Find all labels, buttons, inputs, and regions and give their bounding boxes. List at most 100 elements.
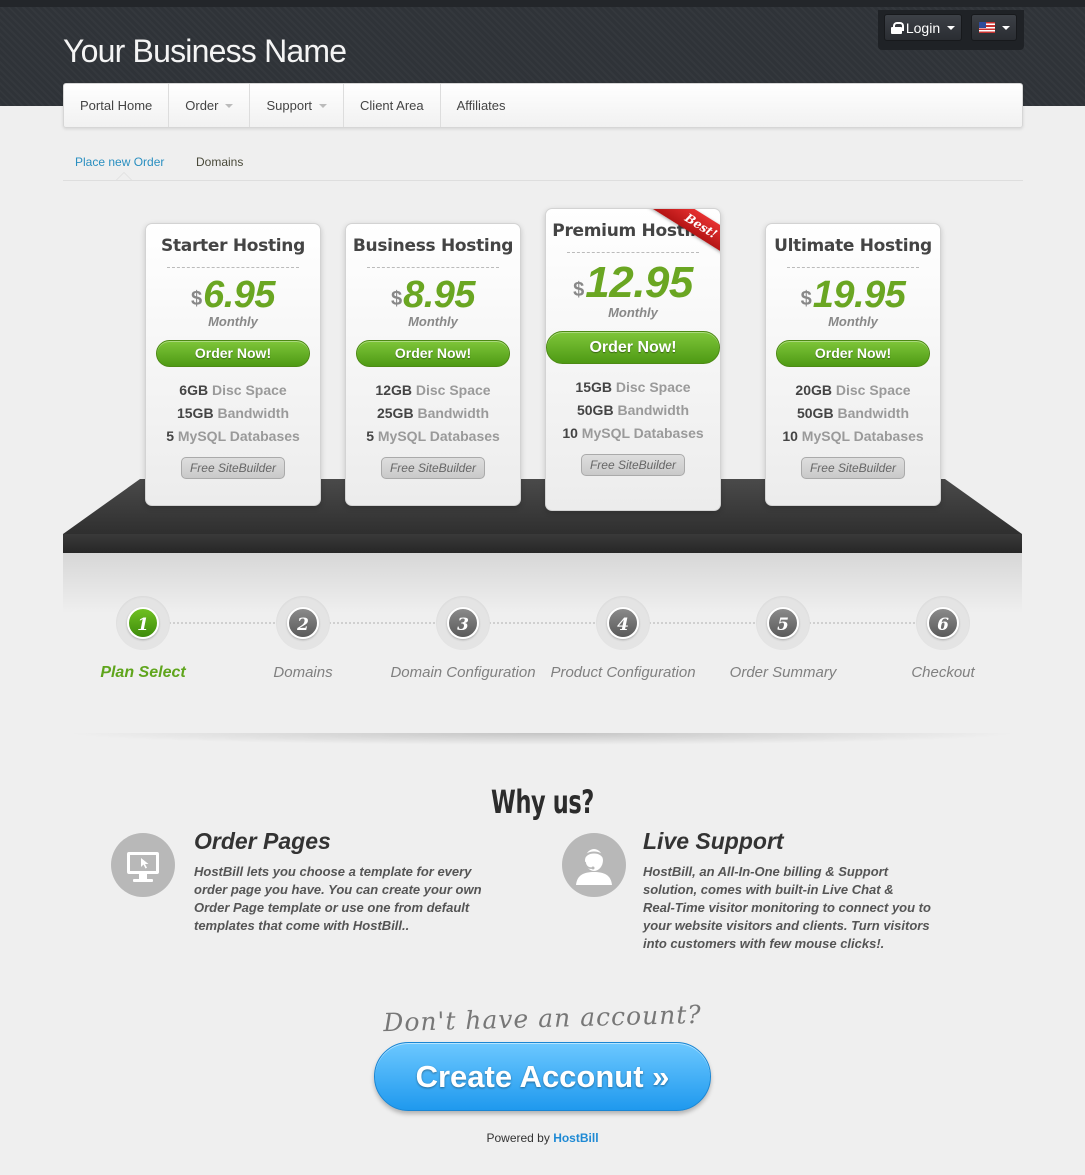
text-line: HostBill, an All-In-One billing & Suppor… <box>643 864 889 879</box>
login-label: Login <box>905 19 941 36</box>
step-label-domains: Domains <box>273 664 333 681</box>
plan-price: 8.95 <box>403 274 476 316</box>
billing-cycle: Monthly <box>408 314 458 329</box>
currency-symbol: $ <box>390 288 403 310</box>
chevron-down-icon <box>319 103 328 108</box>
step-number: 6 <box>927 607 959 639</box>
nav-label: Support <box>266 98 313 113</box>
step-number: 5 <box>767 607 799 639</box>
nav-affiliates[interactable]: Affiliates <box>441 84 522 127</box>
plan-price: 6.95 <box>203 274 276 316</box>
billing-cycle: Monthly <box>608 305 658 320</box>
hostbill-link[interactable]: HostBill <box>553 1131 598 1145</box>
feature-disc-space: 20GB Disc Space <box>795 382 911 398</box>
shelf-front <box>63 534 1022 553</box>
create-account-button[interactable]: Create Acconut » <box>374 1042 711 1111</box>
chevron-down-icon <box>1001 25 1010 30</box>
subnav-domains[interactable]: Domains <box>196 155 243 169</box>
order-now-button[interactable]: Order Now! <box>156 340 310 367</box>
feature-bandwidth: 15GB Bandwidth <box>176 405 289 421</box>
feature-databases: 5 MySQL Databases <box>366 428 500 444</box>
step-label-checkout: Checkout <box>911 664 975 681</box>
feature-bandwidth: 25GB Bandwidth <box>376 405 489 421</box>
plan-card-ultimate: Ultimate Hosting $ 19.95 Monthly Order N… <box>765 223 941 506</box>
price-row: $ 8.95 <box>346 276 520 314</box>
step-number: 1 <box>127 607 159 639</box>
nav-label: Client Area <box>360 98 424 113</box>
feature-title-live-support: Live Support <box>643 828 784 854</box>
order-now-button[interactable]: Order Now! <box>356 340 510 367</box>
currency-symbol: $ <box>190 288 203 310</box>
free-sitebuilder-badge: Free SiteBuilder <box>180 457 286 479</box>
nav-support[interactable]: Support <box>250 84 345 127</box>
top-tools: Login <box>878 10 1024 50</box>
feature-databases: 5 MySQL Databases <box>166 428 300 444</box>
login-dropdown[interactable]: Login <box>884 14 962 41</box>
step-number: 3 <box>447 607 479 639</box>
feature-disc-space: 15GB Disc Space <box>575 379 691 395</box>
subnav-place-new-order[interactable]: Place new Order <box>75 155 164 169</box>
billing-cycle: Monthly <box>208 314 258 329</box>
best-ribbon: Best! <box>630 209 720 271</box>
text-line: your website visitors and clients. Turn … <box>643 918 930 933</box>
plan-card-business: Business Hosting $ 8.95 Monthly Order No… <box>345 223 521 506</box>
section-shadow <box>63 733 1022 745</box>
text-line: templates that come with HostBill.. <box>194 918 410 933</box>
plan-features: 6GB Disc Space 15GB Bandwidth 5 MySQL Da… <box>146 379 320 448</box>
step-label-order-summary: Order Summary <box>729 664 837 681</box>
feature-databases: 10 MySQL Databases <box>782 428 924 444</box>
plan-card-premium: Best! Premium Hosting $ 12.95 Monthly Or… <box>545 208 721 511</box>
nav-client-area[interactable]: Client Area <box>344 84 441 127</box>
step-label-plan-select: Plan Select <box>100 664 186 681</box>
ribbon-label: Best! <box>648 209 720 265</box>
chevron-down-icon <box>947 25 956 30</box>
plan-name: Ultimate Hosting <box>774 236 932 256</box>
step-2: 2 <box>276 596 330 650</box>
plan-features: 15GB Disc Space 50GB Bandwidth 10 MySQL … <box>546 376 720 445</box>
step-1: 1 <box>116 596 170 650</box>
plan-name: Business Hosting <box>352 236 514 256</box>
free-sitebuilder-badge: Free SiteBuilder <box>580 454 686 476</box>
lock-icon <box>890 21 904 34</box>
powered-by-label: Powered by <box>486 1131 550 1145</box>
step-4: 4 <box>596 596 650 650</box>
text-line: Order Page template or use one from defa… <box>194 900 470 915</box>
order-now-button[interactable]: Order Now! <box>776 340 930 367</box>
divider <box>787 267 919 268</box>
language-dropdown[interactable] <box>971 14 1017 41</box>
brand-title[interactable]: Your Business Name <box>63 33 347 70</box>
step-label-product-configuration: Product Configuration <box>550 664 696 681</box>
us-flag-icon <box>978 22 995 33</box>
nav-label: Order <box>185 98 219 113</box>
feature-text-order-pages: HostBill lets you choose a template for … <box>194 863 534 935</box>
price-row: $ 6.95 <box>146 276 320 314</box>
nav-label: Portal Home <box>80 98 153 113</box>
plan-card-starter: Starter Hosting $ 6.95 Monthly Order Now… <box>145 223 321 506</box>
main-nav: Portal Home Order Support Client Area Af… <box>63 83 1023 128</box>
why-us-heading: Why us? <box>491 783 594 821</box>
divider <box>367 267 499 268</box>
plan-price: 19.95 <box>812 274 906 316</box>
feature-bandwidth: 50GB Bandwidth <box>796 405 909 421</box>
currency-symbol: $ <box>573 279 585 301</box>
nav-portal-home[interactable]: Portal Home <box>64 84 170 127</box>
order-now-button[interactable]: Order Now! <box>546 331 720 364</box>
support-agent-icon <box>562 833 626 897</box>
plan-name: Starter Hosting <box>161 236 305 256</box>
text-line: solution, comes with built-in Live Chat … <box>643 882 894 897</box>
plan-features: 20GB Disc Space 50GB Bandwidth 10 MySQL … <box>766 379 940 448</box>
text-line: order page you have. You can create your… <box>194 882 482 897</box>
no-account-prompt: Don't have an account? <box>382 999 703 1038</box>
text-line: Real-Time visitor monitoring to connect … <box>643 900 931 915</box>
feature-disc-space: 6GB Disc Space <box>179 382 287 398</box>
currency-symbol: $ <box>800 288 812 310</box>
nav-order[interactable]: Order <box>169 84 251 127</box>
text-line: HostBill lets you choose a template for … <box>194 864 472 879</box>
step-3: 3 <box>436 596 490 650</box>
free-sitebuilder-badge: Free SiteBuilder <box>380 457 486 479</box>
price-row: $ 19.95 <box>766 276 940 314</box>
monitor-icon <box>111 833 175 897</box>
step-5: 5 <box>756 596 810 650</box>
divider <box>167 267 299 268</box>
step-number: 2 <box>287 607 319 639</box>
